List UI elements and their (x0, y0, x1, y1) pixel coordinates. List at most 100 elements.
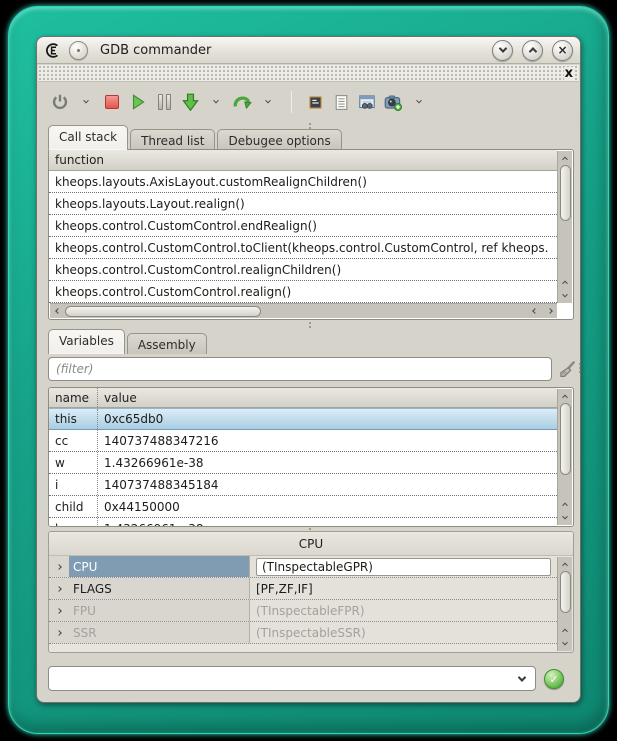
toolbar-separator (291, 91, 292, 113)
titlebar: GDB commander × (37, 37, 580, 64)
scrollbar-thumb[interactable] (560, 571, 571, 613)
variable-value: 0xc65db0 (97, 409, 557, 429)
tab-assembly[interactable]: Assembly (127, 333, 207, 354)
variable-row[interactable]: i 140737488345184 (49, 474, 557, 496)
cpu-view-icon (306, 93, 325, 112)
dock-close-button[interactable]: x (564, 67, 574, 80)
step-over-dropdown-button[interactable] (257, 89, 279, 115)
scroll-left-arrow[interactable] (527, 304, 542, 318)
scroll-right-arrow[interactable] (542, 304, 557, 318)
menu-dot-icon (77, 49, 80, 52)
variable-row[interactable]: h 1.43266961e-38 (49, 518, 557, 526)
gdb-command-combobox[interactable] (48, 666, 536, 691)
call-stack-row[interactable]: kheops.control.CustomControl.endRealign(… (49, 215, 557, 237)
cpu-vertical-scrollbar[interactable] (557, 557, 572, 651)
power-button[interactable] (49, 89, 71, 115)
chevron-down-icon (498, 44, 506, 52)
scroll-down-arrow[interactable] (558, 637, 573, 651)
screenshot-stage: GDB commander × x (0, 0, 617, 741)
variable-value: 140737488347216 (97, 430, 557, 451)
step-into-icon (181, 93, 200, 112)
tab-thread-list[interactable]: Thread list (130, 129, 215, 150)
scroll-up-arrow[interactable] (558, 557, 573, 571)
variable-name: child (49, 500, 97, 514)
combo-dropdown-button[interactable] (509, 676, 535, 682)
call-stack-row[interactable]: kheops.control.CustomControl.realign() (49, 281, 557, 303)
splitter-grip[interactable] (579, 363, 581, 373)
close-window-button[interactable]: × (552, 40, 573, 61)
call-stack-column-header: function (49, 150, 557, 171)
power-dropdown-button[interactable] (75, 89, 97, 115)
tab-call-stack[interactable]: Call stack (48, 125, 128, 150)
pause-button[interactable] (153, 89, 175, 115)
dock-grip-strip[interactable]: x (38, 65, 579, 82)
scrollbar-thumb[interactable] (560, 165, 571, 221)
register-group-value[interactable]: (TInspectableGPR) (256, 558, 551, 576)
shade-button[interactable] (492, 40, 513, 61)
scrollbar-thumb[interactable] (65, 306, 261, 317)
tab-debugee-options[interactable]: Debugee options (217, 129, 341, 150)
call-stack-row[interactable]: kheops.layouts.Layout.realign() (49, 193, 557, 215)
scroll-up-arrow[interactable] (558, 151, 573, 165)
variable-value: 140737488345184 (97, 474, 557, 495)
cpu-view-button[interactable] (304, 89, 326, 115)
expand-arrow-icon[interactable] (49, 556, 69, 577)
chevron-down-icon (83, 98, 89, 104)
unshade-button[interactable] (522, 40, 543, 61)
call-stack-row[interactable]: kheops.control.CustomControl.toClient(kh… (49, 237, 557, 259)
call-stack-horizontal-scrollbar[interactable] (50, 303, 557, 318)
scroll-left-arrow[interactable] (50, 304, 65, 318)
watch-window-button[interactable] (356, 89, 378, 115)
call-stack-vertical-scrollbar[interactable] (557, 151, 572, 303)
clear-filter-button[interactable] (556, 358, 578, 384)
register-group-value: (TInspectableSSR) (250, 622, 557, 643)
scroll-up-arrow[interactable] (558, 623, 573, 637)
step-into-dropdown-button[interactable] (205, 89, 227, 115)
chevron-down-icon (265, 98, 271, 104)
output-list-button[interactable] (330, 89, 352, 115)
send-command-button[interactable]: ✓ (544, 669, 564, 689)
snapshot-dropdown-button[interactable] (408, 89, 430, 115)
scroll-up-arrow[interactable] (558, 497, 573, 511)
scroll-down-arrow[interactable] (558, 289, 573, 303)
register-group-name: FPU (69, 600, 250, 621)
column-header-name: name (49, 391, 97, 405)
scroll-up-arrow[interactable] (558, 389, 573, 403)
filter-input[interactable] (48, 357, 552, 381)
window-menu-button[interactable] (69, 41, 88, 60)
scrollbar-thumb[interactable] (560, 403, 571, 475)
variables-vertical-scrollbar[interactable] (557, 389, 572, 525)
cpu-row[interactable]: SSR (TInspectableSSR) (49, 622, 557, 644)
scroll-down-arrow[interactable] (558, 511, 573, 525)
variable-row[interactable]: w 1.43266961e-38 (49, 452, 557, 474)
power-icon (51, 93, 69, 111)
step-into-button[interactable] (179, 89, 201, 115)
step-over-button[interactable] (231, 89, 253, 115)
register-group-name: SSR (69, 622, 250, 643)
register-group-value: [PF,ZF,IF] (250, 578, 557, 599)
snapshot-add-button[interactable] (382, 89, 404, 115)
expand-arrow-icon[interactable] (49, 578, 69, 599)
chevron-down-icon (518, 673, 526, 681)
scroll-up-arrow[interactable] (558, 275, 573, 289)
call-stack-row[interactable]: kheops.control.CustomControl.realignChil… (49, 259, 557, 281)
pause-icon (158, 94, 171, 110)
variable-row[interactable]: this 0xc65db0 (49, 408, 557, 430)
tab-variables[interactable]: Variables (48, 329, 125, 354)
splitter-grip[interactable] (309, 322, 311, 328)
variables-column-headers: name value (49, 388, 557, 408)
expand-arrow-icon[interactable] (49, 600, 69, 621)
stop-button[interactable] (101, 89, 123, 115)
cpu-row[interactable]: CPU (TInspectableGPR) (49, 556, 557, 578)
call-stack-row[interactable]: kheops.layouts.AxisLayout.customRealignC… (49, 171, 557, 193)
variable-row[interactable]: cc 140737488347216 (49, 430, 557, 452)
top-tab-bar: Call stack Thread list Debugee options (48, 125, 342, 150)
expand-arrow-icon[interactable] (49, 622, 69, 643)
cpu-row[interactable]: FPU (TInspectableFPR) (49, 600, 557, 622)
watch-window-icon (357, 92, 377, 112)
variable-value: 0x44150000 (97, 496, 557, 517)
variable-value: 1.43266961e-38 (97, 452, 557, 473)
run-button[interactable] (127, 89, 149, 115)
cpu-row[interactable]: FLAGS [PF,ZF,IF] (49, 578, 557, 600)
variable-row[interactable]: child 0x44150000 (49, 496, 557, 518)
